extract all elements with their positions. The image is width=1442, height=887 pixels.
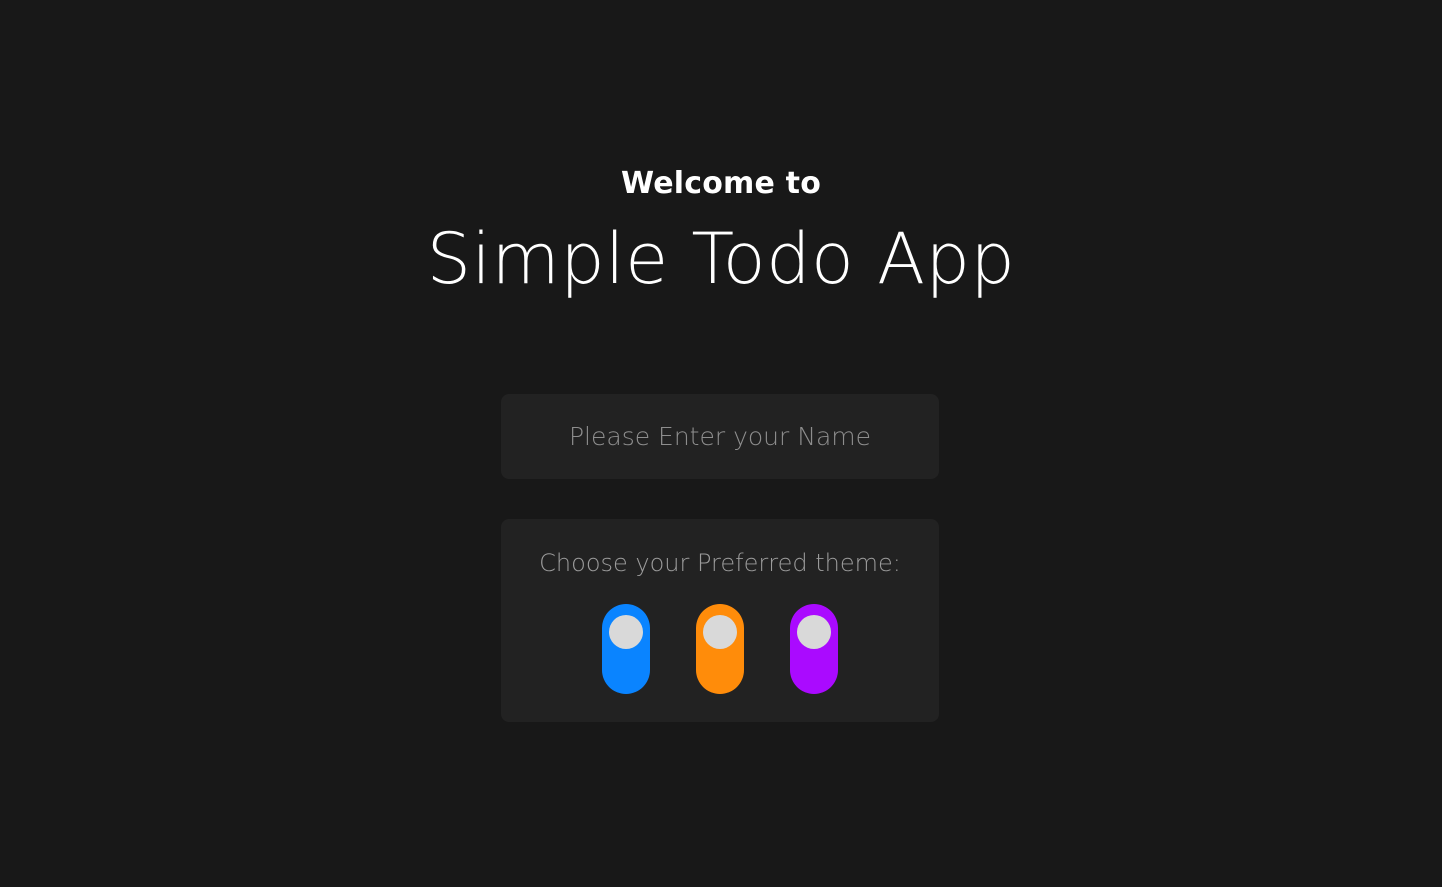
theme-picker: Choose your Preferred theme:	[501, 519, 939, 722]
theme-toggle-orange[interactable]	[696, 604, 744, 694]
toggle-knob	[703, 615, 737, 649]
theme-toggle-purple[interactable]	[790, 604, 838, 694]
theme-toggle-blue[interactable]	[602, 604, 650, 694]
name-input[interactable]	[501, 394, 939, 479]
toggle-knob	[609, 615, 643, 649]
name-field-container	[501, 394, 939, 479]
welcome-page: Welcome to Simple Todo App Choose your P…	[0, 0, 1442, 887]
app-title: Simple Todo App	[426, 218, 1016, 300]
toggle-knob	[797, 615, 831, 649]
theme-picker-label: Choose your Preferred theme:	[539, 549, 901, 577]
welcome-heading: Welcome to	[620, 166, 822, 201]
